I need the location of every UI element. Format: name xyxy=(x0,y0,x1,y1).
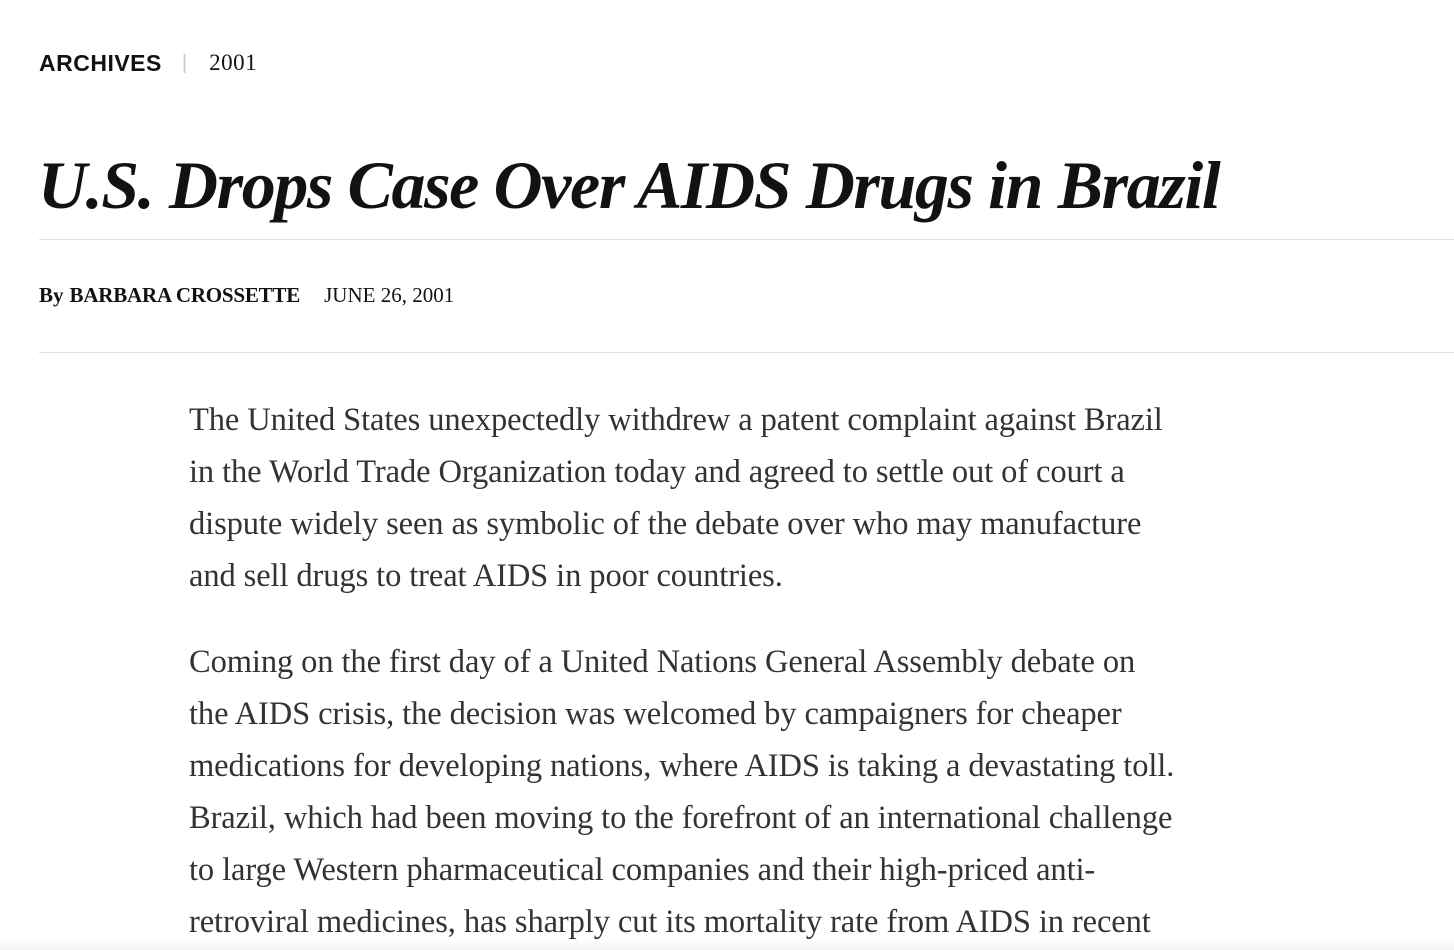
section-kicker: ARCHIVES | 2001 xyxy=(39,48,257,78)
paragraph-line: in the World Trade Organization today an… xyxy=(189,454,1125,490)
paragraph-line: Brazil, which had been moving to the for… xyxy=(189,800,1173,836)
paragraph-line: to large Western pharmaceutical companie… xyxy=(189,852,1096,888)
article-body: The United States unexpectedly withdrew … xyxy=(189,394,1339,950)
article-headline: U.S. Drops Case Over AIDS Drugs in Brazi… xyxy=(38,147,1221,223)
paragraph-line: medications for developing nations, wher… xyxy=(189,748,1175,784)
paragraph-line: and sell drugs to treat AIDS in poor cou… xyxy=(189,558,783,594)
byline-author-link[interactable]: BARBARA CROSSETTE xyxy=(70,283,301,308)
bottom-fade-shadow xyxy=(0,940,1454,950)
paragraph-line: The United States unexpectedly withdrew … xyxy=(189,402,1163,438)
paragraph-line: dispute widely seen as symbolic of the d… xyxy=(189,506,1142,542)
headline-divider xyxy=(39,239,1454,240)
article-page: ARCHIVES | 2001 U.S. Drops Case Over AID… xyxy=(0,0,1454,950)
paragraph-line: Coming on the first day of a United Nati… xyxy=(189,644,1136,680)
article-paragraph: Coming on the first day of a United Nati… xyxy=(189,636,1339,948)
section-label-archives[interactable]: ARCHIVES xyxy=(39,50,162,77)
byline: By BARBARA CROSSETTE JUNE 26, 2001 xyxy=(39,280,454,310)
byline-divider xyxy=(39,352,1454,353)
paragraph-line: the AIDS crisis, the decision was welcom… xyxy=(189,696,1122,732)
byline-date: JUNE 26, 2001 xyxy=(324,282,455,307)
byline-prefix: By xyxy=(39,282,64,307)
kicker-divider: | xyxy=(181,51,188,74)
article-paragraph: The United States unexpectedly withdrew … xyxy=(189,394,1339,602)
kicker-year-link[interactable]: 2001 xyxy=(209,50,257,76)
